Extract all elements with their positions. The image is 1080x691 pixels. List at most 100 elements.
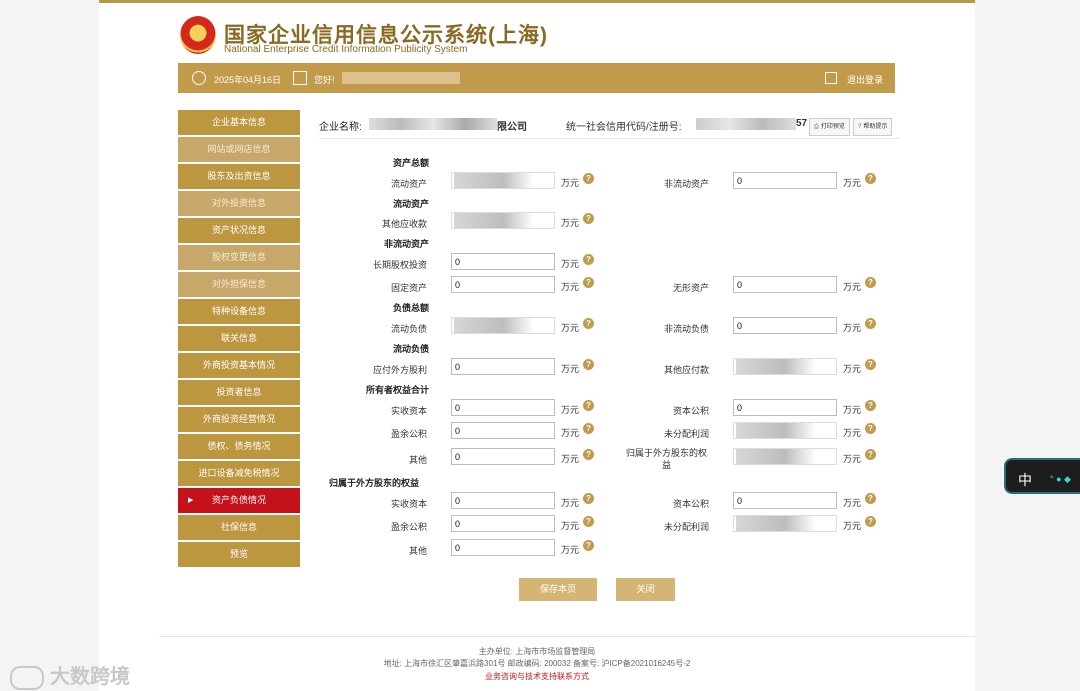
field-label: 其他应付款: [663, 365, 709, 375]
help-icon[interactable]: ?: [583, 423, 594, 434]
field-label: 固定资产: [390, 283, 427, 293]
sidebar-item[interactable]: 特种设备信息: [178, 299, 300, 324]
sidebar-item[interactable]: 社保信息: [178, 515, 300, 540]
unit-label: 万元: [843, 428, 862, 438]
logout-link[interactable]: 退出登录: [847, 73, 883, 86]
credit-code-redacted: [696, 118, 796, 130]
help-icon[interactable]: ?: [865, 359, 876, 370]
other-payables-input[interactable]: [733, 358, 837, 375]
help-icon[interactable]: ?: [583, 540, 594, 551]
sidebar-item[interactable]: 对外投资信息: [178, 191, 300, 216]
field-label: 其他: [408, 455, 427, 465]
help-icon[interactable]: ?: [583, 493, 594, 504]
field-label: 实收资本: [390, 499, 427, 509]
dividends-payable-input[interactable]: 0: [451, 358, 555, 375]
section-title: 资产总额: [392, 158, 429, 168]
help-icon[interactable]: ?: [583, 516, 594, 527]
help-icon[interactable]: ?: [583, 449, 594, 460]
field-label: 应付外方股利: [372, 365, 427, 375]
surplus-reserve-input[interactable]: 0: [451, 422, 555, 439]
foreign-paid-in-capital-input[interactable]: 0: [451, 492, 555, 509]
unit-label: 万元: [561, 521, 580, 531]
current-liabilities-input[interactable]: [451, 317, 555, 334]
help-icon[interactable]: ?: [865, 400, 876, 411]
footer-sponsor: 主办单位: 上海市市场监督管理局: [478, 647, 596, 656]
sidebar-item[interactable]: 联关信息: [178, 326, 300, 351]
undistributed-profit-input[interactable]: [733, 422, 837, 439]
other-receivables-input[interactable]: [451, 212, 555, 229]
help-icon[interactable]: ?: [865, 318, 876, 329]
unit-label: 万元: [843, 454, 862, 464]
footer-support-link[interactable]: 业务咨询与技术支持联系方式: [99, 671, 975, 682]
field-label: 未分配利润: [663, 522, 709, 532]
sidebar-item[interactable]: 投资者信息: [178, 380, 300, 405]
non-current-liabilities-input[interactable]: 0: [733, 317, 837, 334]
foreign-undistributed-profit-input[interactable]: [733, 515, 837, 532]
sidebar-item[interactable]: 预览: [178, 542, 300, 567]
field-label: 流动资产: [390, 179, 427, 189]
unit-label: 万元: [561, 259, 580, 269]
print-preview-button[interactable]: ⎙ 打印预览: [809, 118, 850, 136]
other-equity-input[interactable]: 0: [451, 448, 555, 465]
unit-label: 万元: [561, 178, 580, 188]
sidebar-item[interactable]: 外商投资经营情况: [178, 407, 300, 432]
company-name-label: 企业名称:: [319, 122, 362, 133]
field-label: 非流动负债: [663, 324, 709, 334]
section-title: 归属于外方股东的权益: [328, 478, 419, 488]
field-label: 未分配利润: [663, 429, 709, 439]
save-page-button[interactable]: 保存本页: [519, 578, 597, 601]
help-icon[interactable]: ?: [583, 254, 594, 265]
unit-label: 万元: [561, 428, 580, 438]
section-title: 所有者权益合计: [365, 385, 429, 395]
foreign-other-input[interactable]: 0: [451, 539, 555, 556]
watermark-logo-icon: [10, 665, 44, 690]
help-icon[interactable]: ?: [865, 277, 876, 288]
non-current-assets-input[interactable]: 0: [733, 172, 837, 189]
sidebar-item[interactable]: 企业基本信息: [178, 110, 300, 135]
help-icon[interactable]: ?: [583, 213, 594, 224]
help-icon[interactable]: ?: [583, 400, 594, 411]
current-assets-input[interactable]: [451, 172, 555, 189]
help-tips-button[interactable]: ? 帮助提示: [853, 118, 893, 136]
sidebar-item[interactable]: 进口设备减免税情况: [178, 461, 300, 486]
help-icon[interactable]: ?: [583, 318, 594, 329]
fixed-assets-input[interactable]: 0: [451, 276, 555, 293]
section-title: 负债总额: [392, 303, 429, 313]
sidebar-item-label: 资产负债情况: [211, 495, 266, 505]
unit-label: 万元: [561, 545, 580, 555]
sidebar-item[interactable]: 网站或网店信息: [178, 137, 300, 162]
sidebar-item-active[interactable]: ▶ 资产负债情况: [178, 488, 300, 513]
unit-label: 万元: [843, 282, 862, 292]
ime-settings-icon[interactable]: ° ● ◆: [1050, 474, 1071, 485]
capital-reserve-input[interactable]: 0: [733, 399, 837, 416]
current-date: 2025年04月16日: [214, 75, 282, 85]
ime-toolbar[interactable]: 中 ° ● ◆: [1004, 458, 1080, 494]
help-icon[interactable]: ?: [865, 173, 876, 184]
foreign-equity-input[interactable]: [733, 448, 837, 465]
help-icon[interactable]: ?: [865, 423, 876, 434]
long-term-equity-input[interactable]: 0: [451, 253, 555, 270]
foreign-surplus-reserve-input[interactable]: 0: [451, 515, 555, 532]
user-name-redacted: [342, 72, 460, 84]
sidebar-item[interactable]: 外商投资基本情况: [178, 353, 300, 378]
sidebar-item[interactable]: 债权、债务情况: [178, 434, 300, 459]
close-button[interactable]: 关闭: [616, 578, 675, 601]
intangible-assets-input[interactable]: 0: [733, 276, 837, 293]
sidebar-item[interactable]: 股东及出资信息: [178, 164, 300, 189]
unit-label: 万元: [561, 218, 580, 228]
sidebar-item[interactable]: 资产状况信息: [178, 218, 300, 243]
sidebar-item[interactable]: 对外担保信息: [178, 272, 300, 297]
help-icon[interactable]: ?: [865, 449, 876, 460]
user-bar: 2025年04月16日 您好! 退出登录: [178, 63, 895, 93]
ime-mode-label[interactable]: 中: [1018, 470, 1032, 490]
help-icon[interactable]: ?: [865, 493, 876, 504]
sidebar-item[interactable]: 股权变更信息: [178, 245, 300, 270]
paid-in-capital-input[interactable]: 0: [451, 399, 555, 416]
field-label: 其他应收款: [381, 219, 427, 229]
help-icon[interactable]: ?: [865, 516, 876, 527]
foreign-capital-reserve-input[interactable]: 0: [733, 492, 837, 509]
help-icon[interactable]: ?: [583, 277, 594, 288]
help-icon[interactable]: ?: [583, 359, 594, 370]
help-icon[interactable]: ?: [583, 173, 594, 184]
logout-icon[interactable]: [825, 72, 837, 84]
